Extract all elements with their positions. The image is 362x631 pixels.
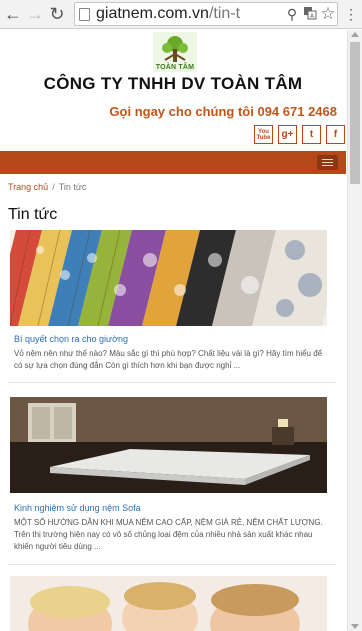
article-title[interactable]: Kinh nghiệm sử dụng nệm Sofa <box>14 503 141 513</box>
browser-toolbar: ← → ↻ giatnem.com.vn/tin-t ⚲ A ☆ ⋮ <box>0 0 362 29</box>
page-title: Tin tức <box>8 206 58 223</box>
url-text: giatnem.com.vn/tin-t <box>96 5 283 23</box>
url-path: /tin-t <box>208 5 241 22</box>
logo-text: TOÀN TÂM <box>155 64 195 71</box>
article-excerpt: MỘT SỐ HƯỚNG DẪN KHI MUA NỆM CAO CẤP, NỆ… <box>14 518 323 551</box>
reload-icon[interactable]: ↻ <box>46 3 68 25</box>
bookmark-star-icon[interactable]: ☆ <box>319 4 337 24</box>
scrollbar[interactable] <box>347 30 362 631</box>
hamburger-menu-icon[interactable] <box>317 155 338 170</box>
google-plus-icon[interactable]: g+ <box>278 125 297 144</box>
breadcrumb-separator: / <box>52 182 55 192</box>
mattress-bedroom-image[interactable] <box>10 397 327 493</box>
forward-arrow-icon[interactable]: → <box>24 3 46 25</box>
breadcrumb: Trang chủ / Tin tức <box>8 182 86 192</box>
back-arrow-icon[interactable]: ← <box>2 3 24 25</box>
family-photo-image[interactable] <box>10 576 327 631</box>
scrollbar-thumb[interactable] <box>350 42 360 184</box>
scroll-up-arrow-icon[interactable] <box>351 32 359 37</box>
zoom-icon[interactable]: ⚲ <box>283 6 301 23</box>
scroll-down-arrow-icon[interactable] <box>351 624 359 629</box>
article-excerpt: Vỏ nệm nên như thế nào? Màu sắc gì thì p… <box>14 349 323 370</box>
call-us-text[interactable]: Gọi ngay cho chúng tôi 094 671 2468 <box>109 104 337 119</box>
address-bar[interactable]: giatnem.com.vn/tin-t ⚲ A ☆ <box>74 2 338 26</box>
fabric-rolls-image[interactable] <box>10 230 327 326</box>
translate-icon[interactable]: A <box>301 6 319 23</box>
article-item: Bí quyết chọn ra cho giường Vỏ nệm nên n… <box>10 230 327 378</box>
menu-dots-icon[interactable]: ⋮ <box>340 3 362 25</box>
social-links: You Tube g+ t f <box>249 125 345 144</box>
url-domain: giatnem.com.vn <box>96 5 209 22</box>
main-navbar <box>0 151 346 174</box>
article-title[interactable]: Bí quyết chọn ra cho giường <box>14 334 128 344</box>
twitter-icon[interactable]: t <box>302 125 321 144</box>
facebook-icon[interactable]: f <box>326 125 345 144</box>
article-item: Kinh nghiệm sử dụng nệm Sofa MỘT SỐ HƯỚN… <box>10 397 327 557</box>
page-icon <box>79 7 90 21</box>
article-item <box>10 576 327 631</box>
youtube-icon[interactable]: You Tube <box>254 125 273 144</box>
divider <box>8 382 336 383</box>
company-name: CÔNG TY TNHH DV TOÀN TÂM <box>43 74 303 93</box>
breadcrumb-current: Tin tức <box>58 182 87 192</box>
breadcrumb-home[interactable]: Trang chủ <box>8 182 48 192</box>
page-content: TOÀN TÂM CÔNG TY TNHH DV TOÀN TÂM Gọi ng… <box>0 30 346 631</box>
divider <box>8 564 336 565</box>
